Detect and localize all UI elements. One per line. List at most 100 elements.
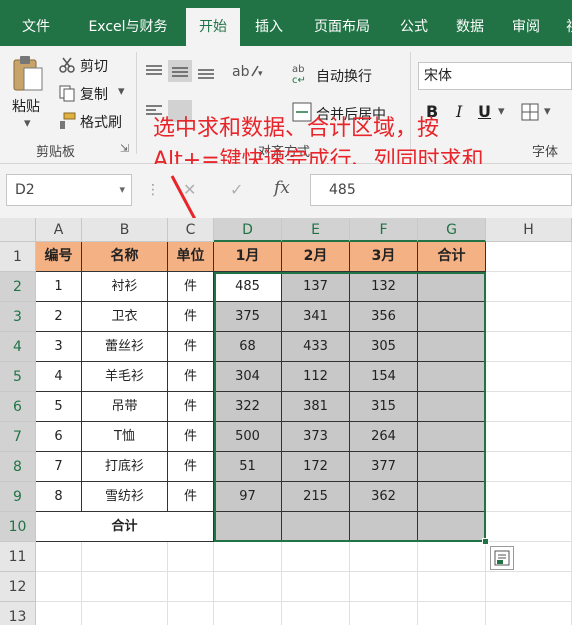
header-cell[interactable]: 单位 (168, 242, 214, 272)
empty-cell[interactable] (282, 542, 350, 572)
value-cell[interactable]: 68 (214, 332, 282, 362)
value-cell[interactable] (418, 272, 486, 302)
row-header-1[interactable]: 1 (0, 242, 36, 272)
empty-cell[interactable] (350, 602, 418, 625)
row-header-3[interactable]: 3 (0, 302, 36, 332)
value-cell[interactable] (418, 422, 486, 452)
data-cell[interactable]: 件 (168, 272, 214, 302)
empty-cell[interactable] (486, 332, 572, 362)
empty-cell[interactable] (486, 272, 572, 302)
row-header-6[interactable]: 6 (0, 392, 36, 422)
value-cell[interactable]: 373 (282, 422, 350, 452)
column-header-a[interactable]: A (36, 218, 82, 242)
data-cell[interactable]: 4 (36, 362, 82, 392)
empty-cell[interactable] (350, 542, 418, 572)
empty-cell[interactable] (36, 542, 82, 572)
value-cell[interactable]: 362 (350, 482, 418, 512)
data-cell[interactable]: 2 (36, 302, 82, 332)
data-cell[interactable]: 5 (36, 392, 82, 422)
header-cell[interactable]: 合计 (418, 242, 486, 272)
empty-cell[interactable] (418, 572, 486, 602)
value-cell[interactable]: 305 (350, 332, 418, 362)
empty-cell[interactable] (486, 302, 572, 332)
column-header-h[interactable]: H (486, 218, 572, 242)
row-header-13[interactable]: 13 (0, 602, 36, 625)
empty-cell[interactable] (486, 452, 572, 482)
empty-cell[interactable] (82, 602, 168, 625)
value-cell[interactable] (418, 392, 486, 422)
empty-cell[interactable] (214, 602, 282, 625)
data-cell[interactable]: 件 (168, 482, 214, 512)
worksheet-grid[interactable]: A B C D E F G H 1 2 3 4 5 6 7 8 9 10 11 12 13 编号 名称 单位 1月 2月 3月 合计 1… (0, 218, 572, 625)
value-cell[interactable]: 304 (214, 362, 282, 392)
column-header-d[interactable]: D (214, 218, 282, 242)
value-cell[interactable]: 381 (282, 392, 350, 422)
value-cell[interactable]: 112 (282, 362, 350, 392)
fill-handle[interactable] (482, 538, 489, 545)
data-cell[interactable]: 件 (168, 452, 214, 482)
column-header-f[interactable]: F (350, 218, 418, 242)
value-cell[interactable] (418, 302, 486, 332)
column-header-c[interactable]: C (168, 218, 214, 242)
empty-cell[interactable] (350, 572, 418, 602)
empty-cell[interactable] (168, 542, 214, 572)
value-cell[interactable]: 264 (350, 422, 418, 452)
row-header-4[interactable]: 4 (0, 332, 36, 362)
data-cell[interactable]: 6 (36, 422, 82, 452)
value-cell[interactable]: 97 (214, 482, 282, 512)
empty-cell[interactable] (82, 542, 168, 572)
empty-cell[interactable] (486, 482, 572, 512)
value-cell[interactable] (418, 362, 486, 392)
header-cell[interactable]: 编号 (36, 242, 82, 272)
data-cell[interactable]: 件 (168, 392, 214, 422)
data-cell[interactable]: 吊带 (82, 392, 168, 422)
column-header-g[interactable]: G (418, 218, 486, 242)
value-cell[interactable]: 132 (350, 272, 418, 302)
data-cell[interactable]: 件 (168, 302, 214, 332)
data-cell[interactable]: 卫衣 (82, 302, 168, 332)
value-cell[interactable]: 215 (282, 482, 350, 512)
empty-cell[interactable] (418, 602, 486, 625)
empty-cell[interactable] (214, 572, 282, 602)
data-cell[interactable]: T恤 (82, 422, 168, 452)
empty-cell[interactable] (168, 602, 214, 625)
row-header-9[interactable]: 9 (0, 482, 36, 512)
header-cell[interactable]: 名称 (82, 242, 168, 272)
data-cell[interactable]: 3 (36, 332, 82, 362)
row-header-12[interactable]: 12 (0, 572, 36, 602)
data-cell[interactable]: 羊毛衫 (82, 362, 168, 392)
empty-cell[interactable] (486, 422, 572, 452)
value-cell[interactable]: 485 (214, 272, 282, 302)
empty-cell[interactable] (282, 572, 350, 602)
data-cell[interactable]: 件 (168, 422, 214, 452)
data-cell[interactable]: 1 (36, 272, 82, 302)
empty-cell[interactable] (36, 572, 82, 602)
total-value-cell[interactable] (282, 512, 350, 542)
value-cell[interactable]: 172 (282, 452, 350, 482)
empty-cell[interactable] (486, 242, 572, 272)
row-header-11[interactable]: 11 (0, 542, 36, 572)
column-header-e[interactable]: E (282, 218, 350, 242)
data-cell[interactable]: 件 (168, 362, 214, 392)
empty-cell[interactable] (418, 542, 486, 572)
data-cell[interactable]: 衬衫 (82, 272, 168, 302)
value-cell[interactable]: 377 (350, 452, 418, 482)
total-value-cell[interactable] (418, 512, 486, 542)
row-header-2[interactable]: 2 (0, 272, 36, 302)
value-cell[interactable] (418, 482, 486, 512)
empty-cell[interactable] (82, 572, 168, 602)
value-cell[interactable]: 433 (282, 332, 350, 362)
value-cell[interactable]: 375 (214, 302, 282, 332)
value-cell[interactable]: 356 (350, 302, 418, 332)
empty-cell[interactable] (486, 602, 572, 625)
data-cell[interactable]: 雪纺衫 (82, 482, 168, 512)
row-header-8[interactable]: 8 (0, 452, 36, 482)
data-cell[interactable]: 7 (36, 452, 82, 482)
value-cell[interactable]: 137 (282, 272, 350, 302)
empty-cell[interactable] (168, 572, 214, 602)
value-cell[interactable] (418, 332, 486, 362)
value-cell[interactable]: 315 (350, 392, 418, 422)
empty-cell[interactable] (486, 362, 572, 392)
empty-cell[interactable] (486, 392, 572, 422)
row-header-7[interactable]: 7 (0, 422, 36, 452)
